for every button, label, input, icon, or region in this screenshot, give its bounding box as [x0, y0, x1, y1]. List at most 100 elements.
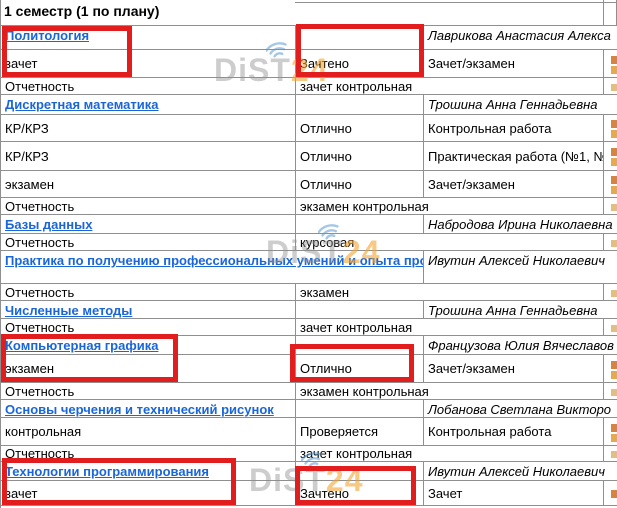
subject-link[interactable]: Практика по получению профессиональных у…: [5, 253, 424, 268]
text-fragment: [611, 56, 617, 64]
page-title: 1 семестр (1 по плану): [4, 3, 159, 19]
report-label-cell: Отчетность: [1, 319, 296, 336]
text-fragment: [611, 389, 617, 396]
control-type-cell: экзамен: [1, 171, 296, 198]
text-fragment: [611, 158, 617, 166]
control-type-cell: КР/КРЗ: [1, 142, 296, 171]
control-type-cell: зачет: [1, 481, 296, 506]
grade-status-cell: Проверяется: [296, 418, 424, 446]
report-row: Отчетность экзамен контрольная: [1, 198, 617, 215]
subject-link[interactable]: Основы черчения и технический рисунок: [5, 402, 274, 417]
cropped-row-line: [295, 2, 617, 3]
report-row: Отчетность экзамен контрольная: [1, 383, 617, 400]
grade-row: экзамен Отлично Зачет/экзамен: [1, 171, 617, 198]
subject-row: Компьютерная графика Французова Юлия Вяч…: [1, 336, 617, 355]
text-fragment: [611, 176, 617, 184]
teacher-cell: Набродова Ирина Николаевна: [424, 215, 617, 234]
teacher-cell: Трошина Анна Геннадьевна: [424, 95, 617, 115]
report-label-cell: Отчетность: [1, 234, 296, 251]
text-fragment: [611, 361, 617, 369]
edge-cell: [604, 142, 617, 171]
grade-row: экзамен Отлично Зачет/экзамен: [1, 355, 617, 383]
teacher-cell: Ивутин Алексей Николаевич: [424, 251, 617, 284]
subject-row: Политология Лаврикова Анастасия Алекса: [1, 26, 617, 50]
assessment-form-cell: Практическая работа (№1, №2): [424, 142, 604, 171]
control-type-cell: контрольная: [1, 418, 296, 446]
edge-cell: [604, 198, 617, 215]
report-value-cell: зачет контрольная: [296, 78, 604, 95]
grade-row: КР/КРЗ Отлично Практическая работа (№1, …: [1, 142, 617, 171]
edge-cell: [604, 355, 617, 383]
assessment-form-cell: Контрольная работа: [424, 418, 604, 446]
text-fragment: [611, 490, 617, 498]
report-row: Отчетность зачет контрольная: [1, 78, 617, 95]
subject-row: Технологии программирования Ивутин Алекс…: [1, 462, 617, 481]
report-value-cell: зачет контрольная: [296, 319, 604, 336]
edge-cell: [604, 50, 617, 78]
grade-row: зачет Зачтено Зачет/экзамен: [1, 50, 617, 78]
edge-cell: [604, 115, 617, 142]
edge-cell: [604, 78, 617, 95]
report-value-cell: экзамен: [296, 284, 604, 301]
subject-link[interactable]: Политология: [5, 28, 89, 43]
subject-link[interactable]: Технологии программирования: [5, 464, 209, 479]
text-fragment: [611, 451, 617, 458]
edge-cell: [604, 234, 617, 251]
edge-cell: [604, 418, 617, 446]
teacher-cell: Ивутин Алексей Николаевич: [424, 462, 617, 481]
grade-row: зачет Зачтено Зачет: [1, 481, 617, 506]
report-label-cell: Отчетность: [1, 284, 296, 301]
grade-cell: Отлично: [296, 355, 424, 383]
text-fragment: [611, 290, 617, 297]
grade-row: контрольная Проверяется Контрольная рабо…: [1, 418, 617, 446]
subject-link[interactable]: Численные методы: [5, 303, 132, 318]
report-row: Отчетность экзамен: [1, 284, 617, 301]
report-value-cell: курсовая: [296, 234, 604, 251]
subject-link[interactable]: Базы данных: [5, 217, 92, 232]
text-fragment: [611, 424, 617, 432]
report-value-cell: экзамен контрольная: [296, 383, 604, 400]
teacher-cell: Лобанова Светлана Викторо: [424, 400, 617, 418]
text-fragment: [611, 434, 617, 442]
report-label-cell: Отчетность: [1, 446, 296, 462]
report-row: Отчетность курсовая: [1, 234, 617, 251]
edge-cell: [604, 319, 617, 336]
grade-cell: Отлично: [296, 171, 424, 198]
grade-row: КР/КРЗ Отлично Контрольная работа: [1, 115, 617, 142]
grade-cell: Отлично: [296, 142, 424, 171]
subject-row: Численные методы Трошина Анна Геннадьевн…: [1, 301, 617, 319]
report-value-cell: экзамен контрольная: [296, 198, 604, 215]
assessment-form-cell: Зачет/экзамен: [424, 50, 604, 78]
assessment-form-cell: Контрольная работа: [424, 115, 604, 142]
report-value-cell: зачет контрольная: [296, 446, 604, 462]
edge-cell: [604, 446, 617, 462]
subject-row: Дискретная математика Трошина Анна Генна…: [1, 95, 617, 115]
text-fragment: [611, 186, 617, 194]
control-type-cell: зачет: [1, 50, 296, 78]
edge-cell: [604, 171, 617, 198]
edge-cell: [604, 481, 617, 506]
subject-row: Базы данных Набродова Ирина Николаевна: [1, 215, 617, 234]
text-fragment: [611, 130, 617, 138]
text-fragment: [611, 66, 617, 74]
text-fragment: [611, 371, 617, 379]
control-type-cell: экзамен: [1, 355, 296, 383]
subject-row: Основы черчения и технический рисунок Ло…: [1, 400, 617, 418]
control-type-cell: КР/КРЗ: [1, 115, 296, 142]
text-fragment: [611, 84, 617, 91]
grade-cell: Зачтено: [296, 481, 424, 506]
text-fragment: [611, 204, 617, 211]
grade-cell: Зачтено: [296, 50, 424, 78]
teacher-cell: Трошина Анна Геннадьевна: [424, 301, 617, 319]
subject-link[interactable]: Компьютерная графика: [5, 338, 158, 353]
edge-cell: [604, 284, 617, 301]
subject-link[interactable]: Дискретная математика: [5, 97, 159, 112]
grade-cell: Отлично: [296, 115, 424, 142]
teacher-cell: Лаврикова Анастасия Алекса: [424, 26, 617, 50]
text-fragment: [611, 120, 617, 128]
report-row: Отчетность зачет контрольная: [1, 319, 617, 336]
report-label-cell: Отчетность: [1, 78, 296, 95]
text-fragment: [611, 240, 617, 247]
report-label-cell: Отчетность: [1, 198, 296, 215]
assessment-form-cell: Зачет/экзамен: [424, 355, 604, 383]
